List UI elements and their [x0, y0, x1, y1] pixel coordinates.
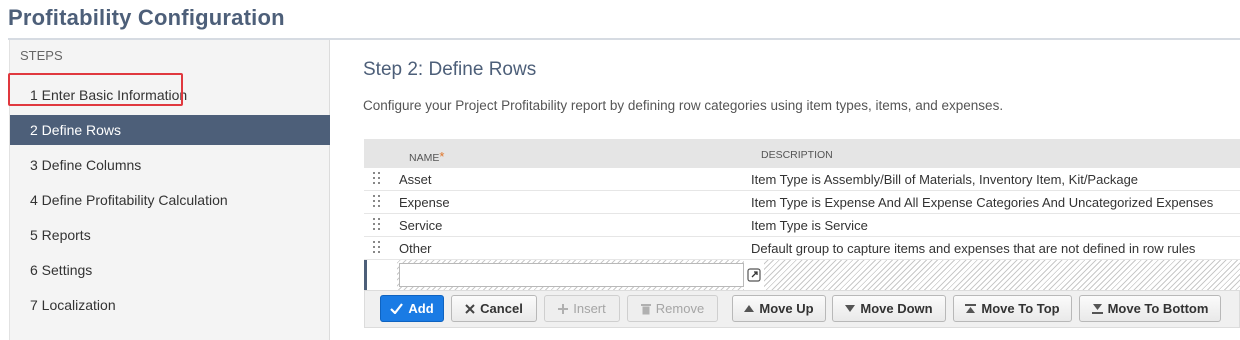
cancel-button[interactable]: Cancel	[451, 295, 537, 322]
trash-icon	[640, 303, 651, 315]
move-up-button-label: Move Up	[759, 301, 814, 316]
row-description: Default group to capture items and expen…	[751, 241, 1196, 256]
step-enter-basic-information[interactable]: 1 Enter Basic Information	[10, 80, 330, 110]
cancel-button-label: Cancel	[480, 301, 523, 316]
step-localization[interactable]: 7 Localization	[10, 290, 330, 320]
step-description: Configure your Project Profitability rep…	[363, 98, 1004, 113]
row-name: Expense	[399, 195, 450, 210]
move-to-bottom-button-label: Move To Bottom	[1107, 301, 1209, 316]
move-to-top-icon	[965, 303, 977, 314]
grid-header: NAME* DESCRIPTION	[364, 139, 1240, 168]
drag-handle-icon[interactable]	[373, 218, 381, 231]
table-row[interactable]: Asset Item Type is Assembly/Bill of Mate…	[364, 168, 1240, 191]
steps-heading: STEPS	[20, 48, 63, 63]
row-description: Item Type is Assembly/Bill of Materials,…	[751, 172, 1139, 187]
row-description: Item Type is Service	[751, 218, 868, 233]
move-to-bottom-button[interactable]: Move To Bottom	[1079, 295, 1221, 322]
row-name-input[interactable]	[399, 263, 744, 287]
row-action-toolbar: Add Cancel Insert Remove Move Up Move Do…	[364, 290, 1240, 328]
rows-grid: NAME* DESCRIPTION Asset Item Type is Ass…	[364, 139, 1240, 292]
row-name: Other	[399, 241, 432, 256]
table-row[interactable]: Service Item Type is Service	[364, 214, 1240, 237]
insert-button[interactable]: Insert	[544, 295, 620, 322]
drag-handle-icon[interactable]	[373, 195, 381, 208]
row-name: Service	[399, 218, 443, 233]
close-icon	[465, 303, 475, 314]
add-button-label: Add	[408, 301, 434, 316]
step-define-profitability-calculation[interactable]: 4 Define Profitability Calculation	[10, 185, 330, 215]
column-header-description: DESCRIPTION	[761, 149, 833, 161]
page-title: Profitability Configuration	[8, 5, 285, 30]
move-down-button-label: Move Down	[860, 301, 933, 316]
row-name: Asset	[399, 172, 432, 187]
step-settings[interactable]: 6 Settings	[10, 255, 330, 285]
step-reports[interactable]: 5 Reports	[10, 220, 330, 250]
drag-handle-icon[interactable]	[373, 241, 381, 254]
add-button[interactable]: Add	[380, 295, 444, 322]
move-to-bottom-icon	[1091, 303, 1103, 314]
remove-button-label: Remove	[655, 301, 705, 316]
step-title: Step 2: Define Rows	[363, 59, 537, 80]
column-header-name: NAME*	[409, 149, 445, 164]
move-up-button[interactable]: Move Up	[732, 295, 826, 322]
step-define-columns[interactable]: 3 Define Columns	[10, 150, 330, 180]
plus-icon	[558, 303, 569, 314]
insert-button-label: Insert	[573, 301, 606, 316]
step-define-rows[interactable]: 2 Define Rows	[10, 115, 330, 145]
table-row[interactable]: Other Default group to capture items and…	[364, 237, 1240, 260]
expand-field-icon[interactable]	[747, 268, 761, 282]
row-description: Item Type is Expense And All Expense Cat…	[751, 195, 1214, 210]
move-down-button[interactable]: Move Down	[832, 295, 946, 322]
move-to-top-button[interactable]: Move To Top	[953, 295, 1072, 322]
steps-sidebar: STEPS 1 Enter Basic Information 2 Define…	[9, 40, 330, 340]
drag-handle-icon[interactable]	[373, 172, 381, 185]
edit-row-gutter	[367, 260, 397, 292]
check-icon	[390, 303, 404, 314]
arrow-down-icon	[845, 304, 856, 313]
move-to-top-button-label: Move To Top	[981, 301, 1060, 316]
arrow-up-icon	[744, 304, 755, 313]
table-row[interactable]: Expense Item Type is Expense And All Exp…	[364, 191, 1240, 214]
remove-button[interactable]: Remove	[627, 295, 718, 322]
new-row-editor	[364, 260, 1240, 292]
required-mark: *	[439, 149, 445, 164]
